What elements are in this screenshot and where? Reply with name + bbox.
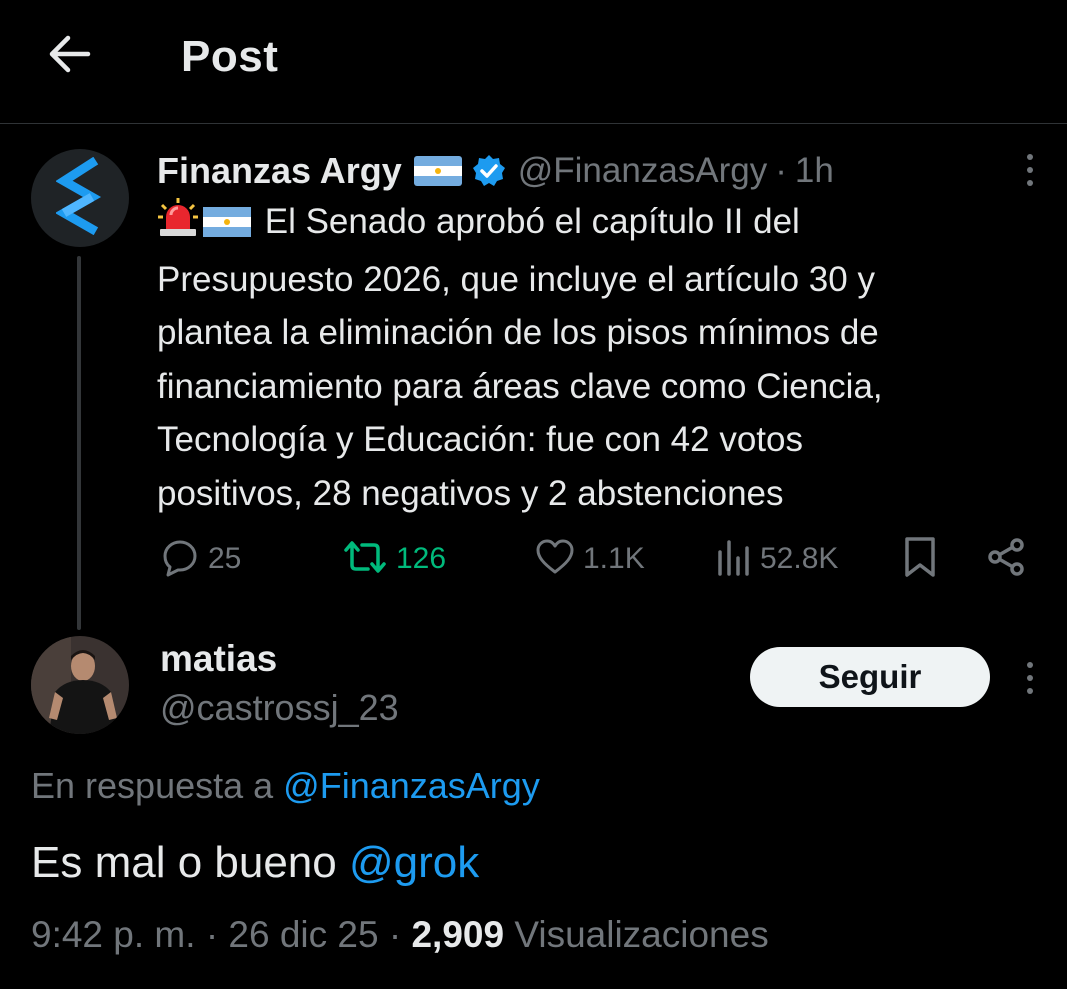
argentina-flag-icon <box>413 156 462 186</box>
tweet-line-5: Tecnología y Educación: fue con 42 votos <box>157 420 803 459</box>
in-reply-prefix: En respuesta a <box>31 765 274 806</box>
in-reply-handle-link[interactable]: @FinanzasArgy <box>283 765 540 806</box>
reply-author-avatar[interactable] <box>31 636 129 734</box>
reply-author-handle[interactable]: @castrossj_23 <box>160 687 399 729</box>
thread-connector <box>77 256 81 630</box>
more-options-button[interactable] <box>1012 150 1048 190</box>
page-title: Post <box>181 32 279 81</box>
share-icon <box>986 537 1026 582</box>
reply-date[interactable]: 26 dic 25 <box>228 914 378 955</box>
header-divider <box>0 123 1067 124</box>
separator-dot: · <box>205 914 219 955</box>
retweet-button[interactable]: 126 <box>342 536 446 582</box>
separator-dot: · <box>775 151 787 190</box>
tweet-line-3: plantea la eliminación de los pisos míni… <box>157 313 879 352</box>
finanzas-argy-logo-icon <box>54 156 104 240</box>
reply-author-name[interactable]: matias <box>160 638 277 680</box>
retweet-count: 126 <box>396 542 447 575</box>
reply-count: 25 <box>208 542 242 575</box>
siren-emoji-icon <box>157 197 199 253</box>
author-handle[interactable]: @FinanzasArgy <box>518 151 768 191</box>
separator-dot: · <box>388 914 402 955</box>
reply-icon <box>160 537 200 582</box>
reply-more-options-button[interactable] <box>1012 658 1048 698</box>
heart-icon <box>535 538 575 581</box>
reply-text: Es mal o bueno @grok <box>31 838 479 888</box>
back-button[interactable] <box>38 30 102 82</box>
views-count: 52.8K <box>760 542 839 575</box>
mention-link[interactable]: @grok <box>349 838 479 887</box>
verified-badge-icon[interactable] <box>472 154 506 188</box>
follow-button[interactable]: Seguir <box>750 647 990 707</box>
argentina-flag-icon <box>203 199 251 253</box>
reply-time[interactable]: 9:42 p. m. <box>31 914 196 955</box>
tweet-header: Finanzas Argy @FinanzasArgy · 1h <box>157 148 834 194</box>
author-name[interactable]: Finanzas Argy <box>157 150 402 192</box>
more-icon <box>1027 662 1033 668</box>
views-button[interactable]: 52.8K <box>716 536 838 582</box>
reply-text-body: Es mal o bueno <box>31 838 337 887</box>
bookmark-button[interactable] <box>902 536 938 582</box>
more-icon <box>1027 154 1033 160</box>
author-avatar[interactable] <box>31 149 129 247</box>
like-button[interactable]: 1.1K <box>535 536 645 582</box>
retweet-icon <box>342 537 388 582</box>
like-count: 1.1K <box>583 542 645 575</box>
tweet-line-2: Presupuesto 2026, que incluye el artícul… <box>157 259 875 299</box>
views-bar-chart-icon <box>716 538 752 581</box>
reply-views-label: Visualizaciones <box>514 914 769 955</box>
arrow-left-icon <box>48 34 92 79</box>
tweet-time[interactable]: 1h <box>795 151 834 191</box>
reply-button[interactable]: 25 <box>160 536 241 582</box>
tweet-line-6: positivos, 28 negativos y 2 abstenciones <box>157 473 784 513</box>
tweet-line-4: financiamiento para áreas clave como Cie… <box>157 366 883 406</box>
share-button[interactable] <box>986 536 1026 582</box>
bookmark-icon <box>902 536 938 583</box>
in-reply-to: En respuesta a @FinanzasArgy <box>31 765 540 807</box>
tweet-text: El Senado aprobó el capítulo II del Pres… <box>157 195 1037 520</box>
reply-views-count: 2,909 <box>411 914 505 955</box>
tweet-line-1: El Senado aprobó el capítulo II del <box>157 195 1037 253</box>
reply-meta: 9:42 p. m. · 26 dic 25 · 2,909 Visualiza… <box>31 914 769 956</box>
